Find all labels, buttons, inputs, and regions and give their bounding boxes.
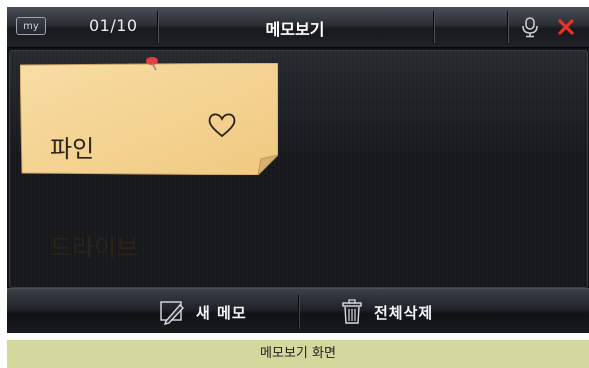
note-line-2: 드라이브 (50, 234, 139, 262)
device-screen: my 01/10 메모보기 파인 드라이브 새 메모 전체삭제 (7, 7, 589, 333)
memo-counter: 01/10 (89, 16, 138, 35)
note-text: 파인 드라이브 (50, 67, 139, 287)
new-memo-button[interactable]: 새 메모 (158, 297, 247, 327)
delete-all-button[interactable]: 전체삭제 (340, 297, 433, 327)
close-icon[interactable] (555, 16, 577, 38)
pen-icon (160, 301, 184, 325)
new-memo-label: 새 메모 (196, 303, 247, 322)
memo-note[interactable]: 파인 드라이브 (20, 57, 278, 262)
note-line-1: 파인 (50, 135, 95, 163)
title-bar: my 01/10 메모보기 (7, 7, 589, 48)
pushpin-icon (146, 57, 158, 71)
bottom-toolbar: 새 메모 전체삭제 (7, 288, 589, 333)
divider (298, 295, 299, 329)
memo-view-area: 파인 드라이브 (9, 50, 588, 288)
my-icon[interactable]: my (16, 17, 46, 35)
trash-icon (342, 299, 362, 324)
heart-icon (208, 113, 236, 138)
page-title: 메모보기 (265, 20, 325, 39)
delete-all-label: 전체삭제 (374, 303, 434, 322)
microphone-icon[interactable] (519, 16, 541, 38)
divider (433, 11, 434, 43)
divider (507, 11, 508, 43)
figure-caption: 메모보기 화면 (7, 340, 589, 368)
